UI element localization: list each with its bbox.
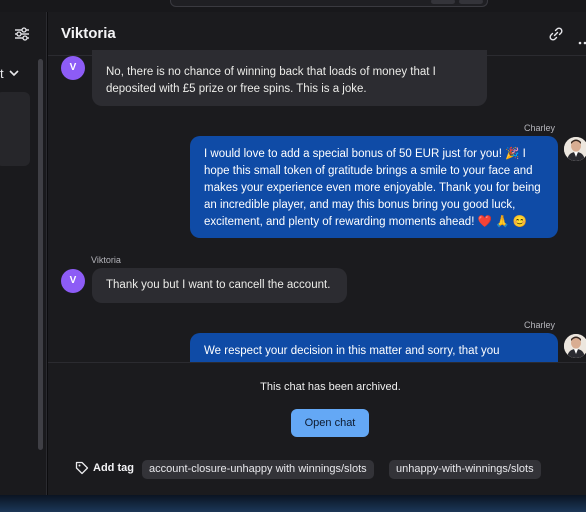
- message-line: makes your experience even more enjoyabl…: [204, 182, 541, 194]
- message-line: I would love to add a special bonus of 5…: [204, 148, 526, 160]
- conversation-list-scrollbar[interactable]: [38, 59, 43, 450]
- message-line: an incredible player, and may this bonus…: [204, 199, 516, 211]
- message-sender: Viktoria: [91, 255, 121, 265]
- message-line: excitement, and plenty of rewarding mome…: [204, 216, 527, 228]
- global-search-bar[interactable]: [170, 0, 488, 7]
- window-top-strip: [0, 0, 586, 12]
- search-shortcut-pill: [431, 0, 455, 4]
- contact-avatar: V: [61, 56, 85, 80]
- contact-avatar: V: [61, 269, 85, 293]
- tag-icon: [75, 461, 89, 475]
- search-shortcut-pill: [459, 0, 483, 4]
- archived-footer: This chat has been archived. Open chat A…: [48, 362, 586, 495]
- tag-chip[interactable]: account-closure-unhappy with winnings/sl…: [142, 460, 374, 479]
- message-line: We respect your decision in this matter …: [204, 345, 500, 357]
- message-line: No, there is no chance of winning back t…: [106, 66, 436, 78]
- filter-sliders-icon[interactable]: [13, 27, 31, 41]
- message-line: Thank you but I want to cancell the acco…: [106, 279, 331, 291]
- add-tag-label: Add tag: [93, 462, 134, 474]
- archived-notice: This chat has been archived.: [260, 381, 401, 393]
- dropdown-label: t: [0, 66, 4, 81]
- message-bubble-outgoing: I would love to add a special bonus of 5…: [190, 136, 558, 238]
- message-bubble-incoming: Thank you but I want to cancell the acco…: [92, 268, 347, 303]
- message-sender: Charley: [524, 123, 556, 133]
- contact-name: Viktoria: [61, 25, 116, 42]
- chat-panel: Viktoria V No, there is no chance of win…: [48, 12, 586, 495]
- chevron-down-icon: [8, 67, 20, 82]
- link-icon[interactable]: [548, 26, 564, 42]
- more-horizontal-icon[interactable]: [578, 32, 586, 45]
- message-bubble-incoming: No, there is no chance of winning back t…: [92, 50, 487, 106]
- agent-avatar: [564, 137, 586, 161]
- conversation-list-item-selected[interactable]: [0, 92, 30, 166]
- message-line: hope this small token of gratitude bring…: [204, 165, 533, 177]
- conversation-filter-dropdown[interactable]: t: [0, 66, 24, 82]
- open-chat-button[interactable]: Open chat: [291, 409, 369, 437]
- tag-chip[interactable]: unhappy-with-winnings/slots: [389, 460, 541, 479]
- message-sender: Charley: [524, 320, 556, 330]
- desktop-background-strip: [0, 495, 586, 512]
- conversation-list-pane: t: [0, 12, 47, 495]
- add-tag-button[interactable]: Add tag: [75, 459, 134, 477]
- agent-avatar: [564, 334, 586, 358]
- message-line: deposited with £5 prize or free spins. T…: [106, 83, 367, 95]
